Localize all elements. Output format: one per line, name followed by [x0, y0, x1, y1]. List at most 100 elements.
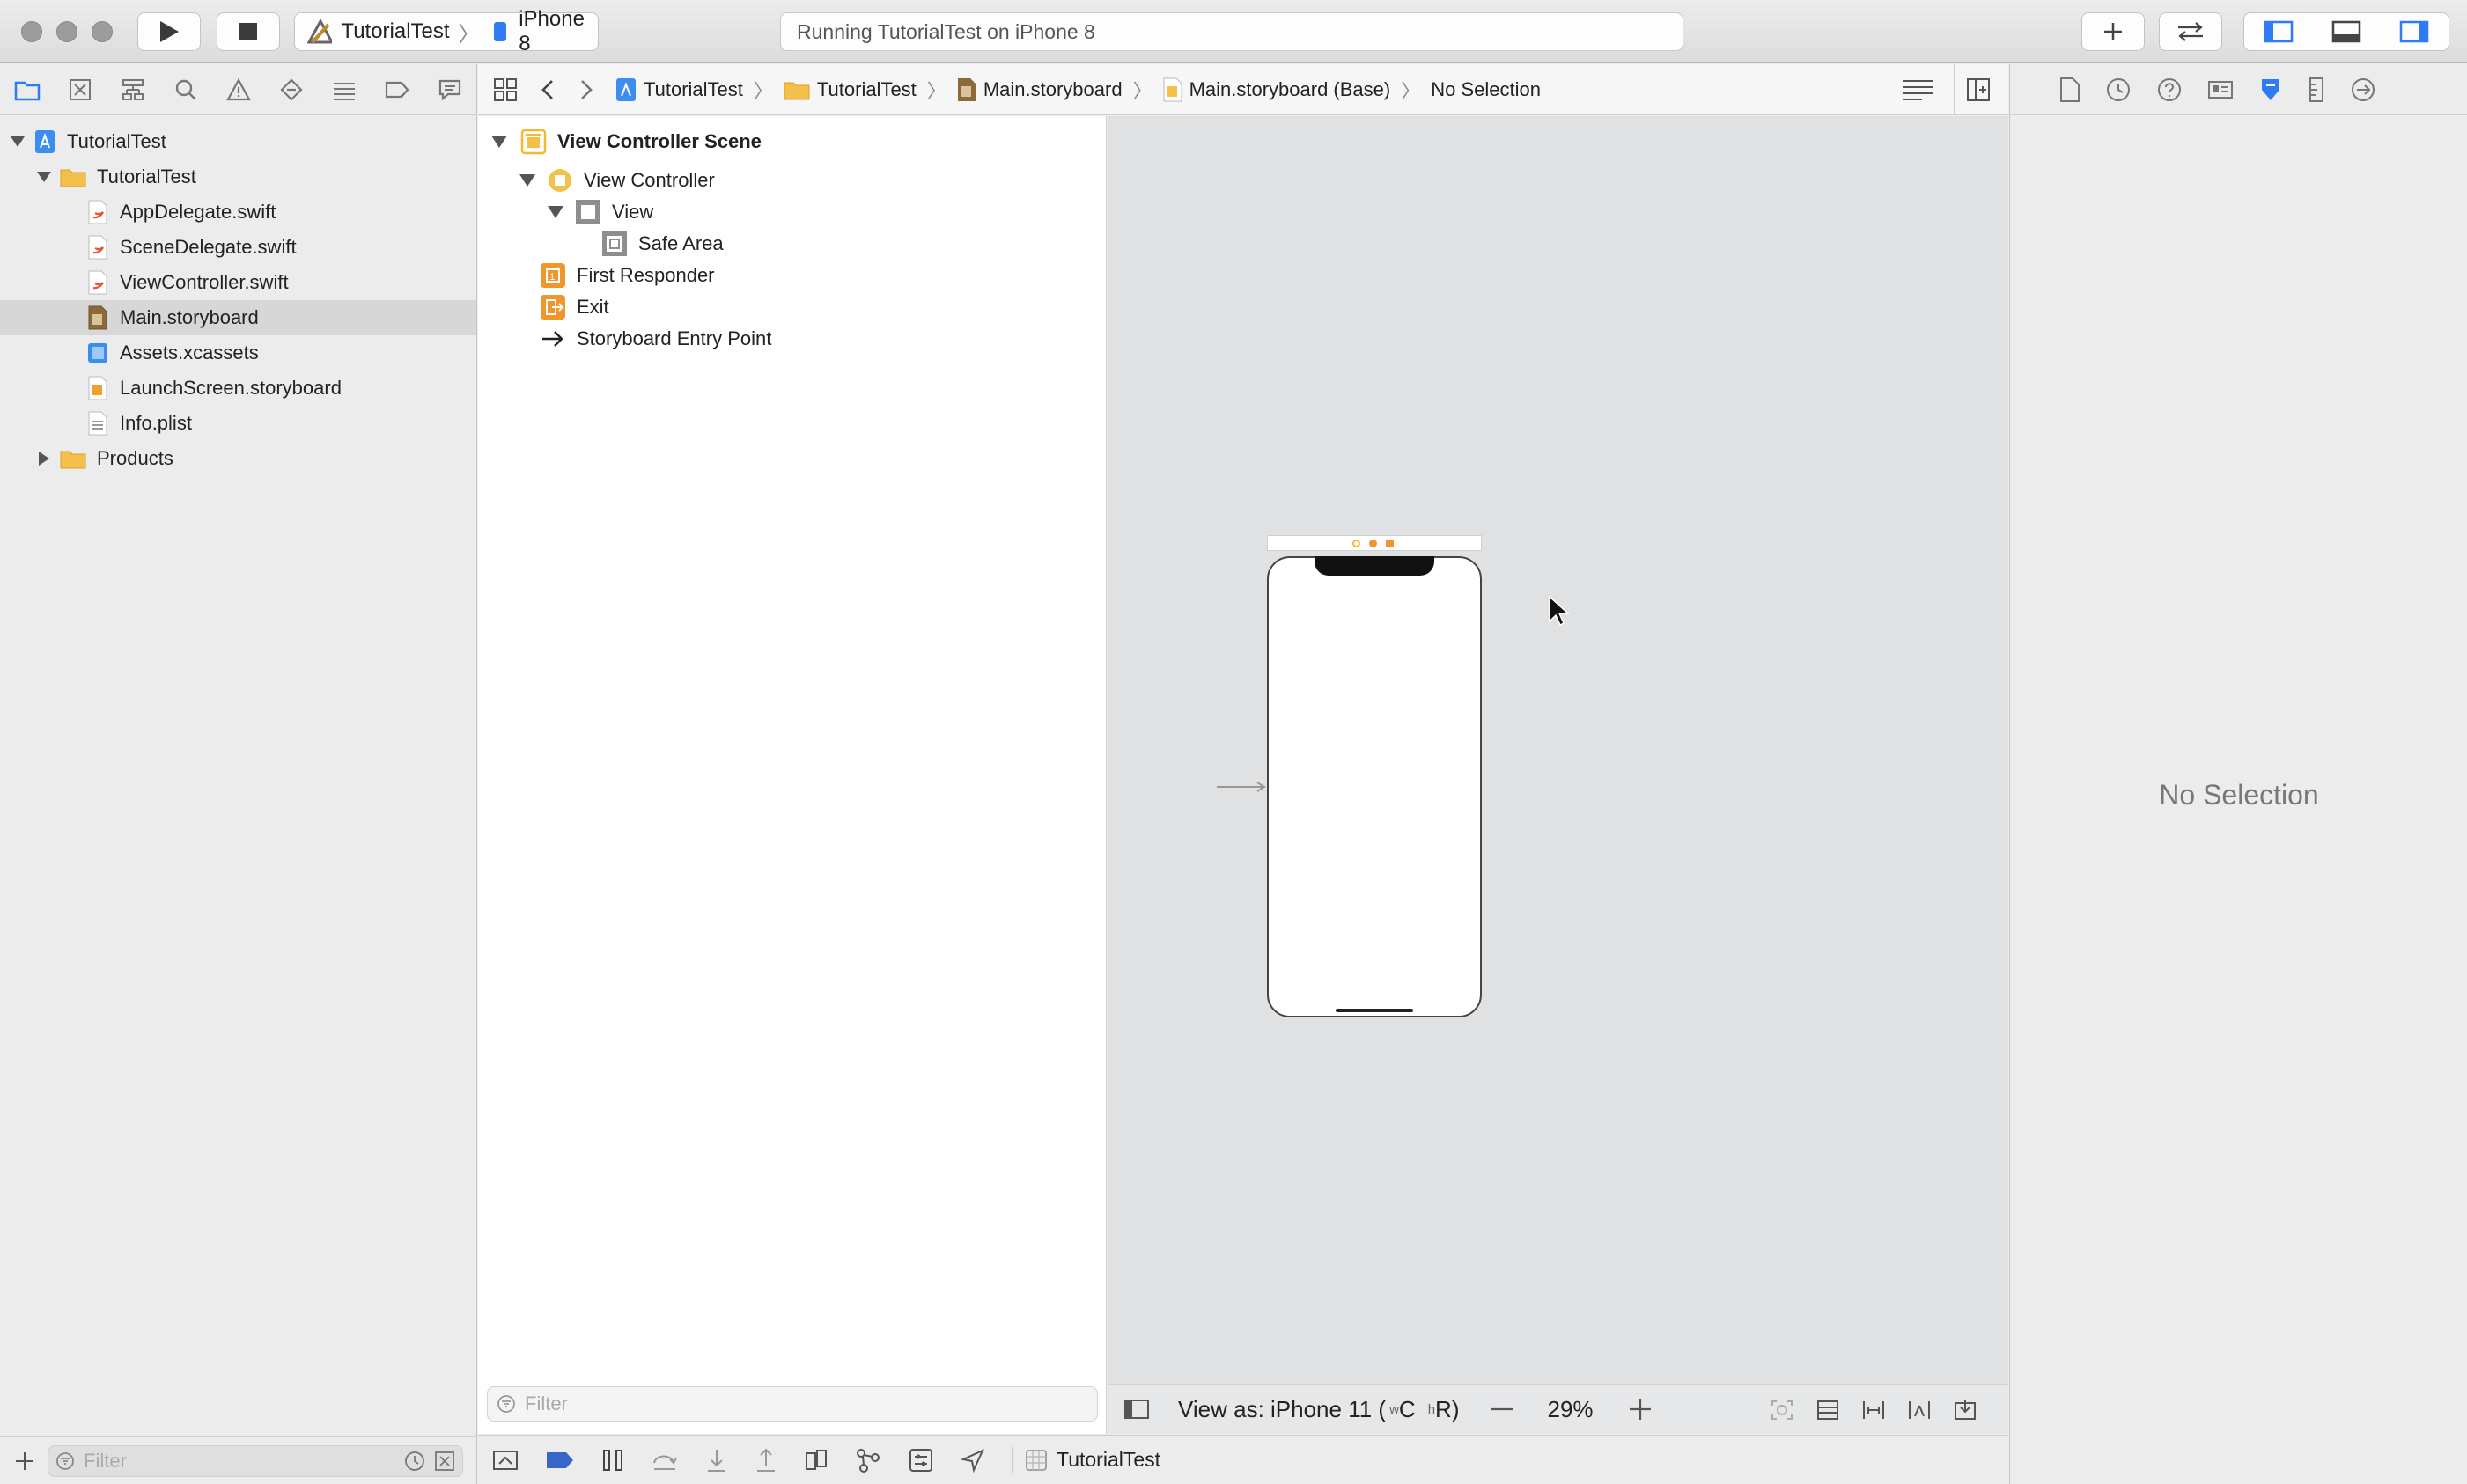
tree-item-group[interactable]: Products — [0, 441, 476, 476]
breadcrumb-separator: 〉 — [753, 79, 773, 102]
breadcrumb-group[interactable]: TutorialTest — [784, 78, 917, 101]
hierarchy-icon — [122, 78, 144, 100]
tree-item-file[interactable]: SceneDelegate.swift — [0, 230, 476, 265]
scene-dock[interactable] — [1267, 535, 1482, 551]
dock-exit-icon[interactable] — [1386, 540, 1394, 547]
jump-bar: TutorialTest 〉 TutorialTest 〉 Main.story… — [478, 64, 2008, 115]
disclosure-closed-icon[interactable] — [33, 448, 55, 469]
editor-options-icon[interactable] — [1901, 78, 1934, 103]
dock-first-responder-icon[interactable] — [1369, 540, 1377, 547]
connections-inspector-icon[interactable] — [2350, 77, 2376, 103]
breakpoint-navigator-tab[interactable] — [382, 75, 412, 105]
tree-item-file-selected[interactable]: Main.storyboard — [0, 300, 476, 335]
add-file-icon[interactable] — [14, 1451, 35, 1472]
disclosure-open-icon[interactable] — [519, 173, 536, 187]
scheme-selector[interactable]: TutorialTest 〉 iPhone 8 — [294, 7, 599, 55]
add-editor-icon[interactable] — [1966, 77, 1991, 102]
simulate-location-icon[interactable] — [961, 1448, 985, 1473]
report-navigator-tab[interactable] — [435, 75, 465, 105]
entry-point-arrow-icon[interactable] — [1215, 778, 1268, 796]
toggle-outline-icon[interactable] — [1123, 1399, 1150, 1420]
update-frames-icon[interactable] — [1770, 1399, 1794, 1422]
find-navigator-tab[interactable] — [171, 75, 201, 105]
outline-item-entry-point[interactable]: Storyboard Entry Point — [540, 323, 771, 355]
toggle-inspector-icon[interactable] — [2399, 20, 2429, 43]
library-button[interactable] — [2081, 12, 2145, 51]
breakpoints-toggle-icon[interactable] — [545, 1451, 575, 1470]
outline-item-view-controller[interactable]: View Controller — [519, 165, 715, 196]
outline-scene-row[interactable]: View Controller Scene — [490, 126, 762, 158]
pause-icon[interactable] — [601, 1448, 624, 1473]
hide-debug-area-icon[interactable] — [492, 1450, 519, 1471]
navigator-filter-field[interactable]: Filter — [48, 1444, 463, 1477]
tree-item-file[interactable]: Info.plist — [0, 406, 476, 441]
dock-view-controller-icon[interactable] — [1352, 540, 1360, 547]
disclosure-open-icon[interactable] — [33, 166, 55, 187]
breadcrumb-separator: 〉 — [926, 79, 946, 102]
forward-chevron-icon[interactable] — [577, 78, 596, 101]
issue-navigator-tab[interactable] — [224, 75, 254, 105]
outline-item-view[interactable]: View — [547, 196, 653, 228]
tree-item-file[interactable]: Assets.xcassets — [0, 335, 476, 371]
outline-filter-field[interactable]: Filter — [487, 1386, 1098, 1422]
panel-toggle-group — [2243, 12, 2449, 51]
step-out-icon[interactable] — [755, 1448, 777, 1473]
exit-icon — [541, 295, 565, 320]
toggle-debug-area-icon[interactable] — [2331, 20, 2361, 43]
disclosure-open-icon[interactable] — [547, 205, 564, 219]
align-icon[interactable] — [1861, 1399, 1886, 1422]
zoom-out-icon[interactable] — [1491, 1407, 1513, 1412]
tree-item-group[interactable]: TutorialTest — [0, 159, 476, 195]
toggle-navigator-icon[interactable] — [2264, 20, 2294, 43]
tree-item-file[interactable]: LaunchScreen.storyboard — [0, 371, 476, 406]
step-into-icon[interactable] — [705, 1448, 728, 1473]
code-review-button[interactable] — [2159, 12, 2222, 51]
file-inspector-icon[interactable] — [2059, 77, 2080, 103]
storyboard-canvas[interactable] — [1108, 116, 2008, 1384]
step-over-icon[interactable] — [651, 1449, 679, 1472]
resolve-layout-icon[interactable] — [1953, 1399, 1977, 1422]
outline-item-safe-area[interactable]: Safe Area — [601, 228, 724, 260]
identity-inspector-icon[interactable] — [2207, 77, 2234, 103]
swift-file-icon — [86, 199, 109, 225]
attributes-inspector-icon[interactable] — [2258, 77, 2283, 103]
breadcrumb-localization[interactable]: Main.storyboard (Base) — [1163, 77, 1390, 102]
outline-item-first-responder[interactable]: 1 First Responder — [540, 260, 715, 291]
tree-item-project[interactable]: TutorialTest — [0, 124, 476, 159]
memory-graph-icon[interactable] — [855, 1447, 881, 1473]
zoom-in-icon[interactable] — [1629, 1398, 1652, 1421]
minimize-window-button[interactable] — [56, 21, 77, 42]
run-button[interactable] — [137, 12, 201, 51]
source-control-filter-icon[interactable] — [434, 1451, 455, 1472]
tree-item-file[interactable]: AppDelegate.swift — [0, 195, 476, 230]
history-inspector-icon[interactable] — [2105, 77, 2132, 103]
tree-item-file[interactable]: ViewController.swift — [0, 265, 476, 300]
source-control-navigator-tab[interactable] — [65, 75, 95, 105]
environment-overrides-icon[interactable] — [908, 1447, 934, 1473]
breadcrumb-project[interactable]: TutorialTest — [615, 77, 743, 102]
breadcrumb-selection[interactable]: No Selection — [1431, 78, 1541, 101]
debug-target-selector[interactable]: TutorialTest — [1025, 1448, 1160, 1472]
breadcrumb-file[interactable]: Main.storyboard — [957, 77, 1123, 102]
size-inspector-icon[interactable] — [2308, 77, 2325, 103]
stop-button[interactable] — [217, 12, 280, 51]
debug-navigator-tab[interactable] — [329, 75, 359, 105]
disclosure-open-icon[interactable] — [7, 131, 28, 152]
add-constraints-icon[interactable] — [1907, 1399, 1932, 1422]
zoom-window-button[interactable] — [92, 21, 113, 42]
close-window-button[interactable] — [21, 21, 42, 42]
test-navigator-tab[interactable] — [276, 75, 306, 105]
storyboard-base-icon — [1163, 77, 1182, 101]
iphone-device-frame[interactable] — [1267, 556, 1482, 1017]
view-as-label[interactable]: View as: iPhone 11 ( — [1178, 1396, 1386, 1423]
view-debugger-icon[interactable] — [804, 1448, 828, 1473]
recent-files-icon[interactable] — [404, 1451, 425, 1472]
outline-item-exit[interactable]: Exit — [540, 291, 609, 323]
disclosure-open-icon[interactable] — [490, 135, 508, 149]
project-navigator-tab[interactable] — [12, 75, 42, 105]
symbol-navigator-tab[interactable] — [118, 75, 148, 105]
related-items-icon[interactable] — [492, 77, 519, 103]
quick-help-icon[interactable] — [2156, 77, 2183, 103]
back-chevron-icon[interactable] — [538, 78, 557, 101]
embed-in-stack-icon[interactable] — [1815, 1399, 1840, 1422]
